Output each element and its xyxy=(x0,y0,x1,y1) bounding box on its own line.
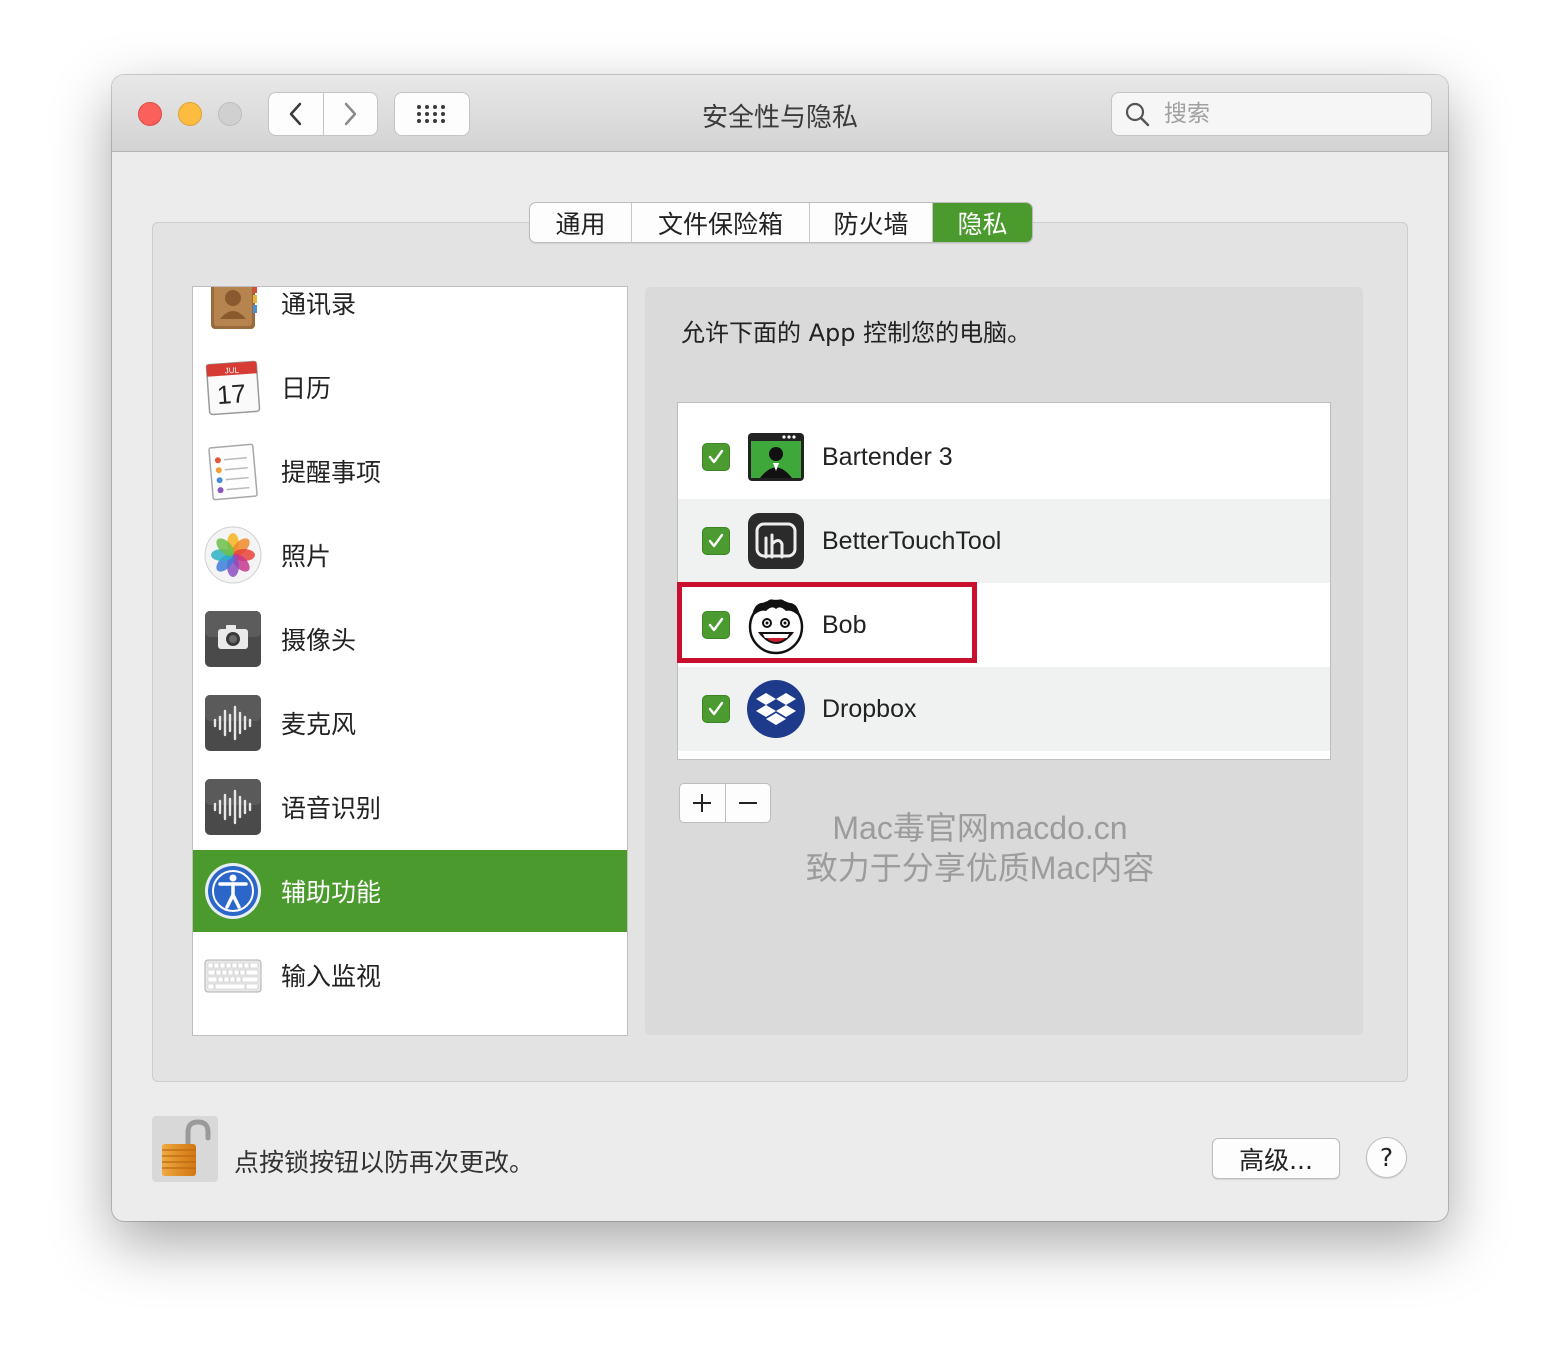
list-item-bettertouchtool[interactable]: BetterTouchTool xyxy=(678,499,1330,583)
bettertouchtool-icon xyxy=(748,513,804,569)
sidebar-item-label: 通讯录 xyxy=(281,290,357,319)
system-preferences-window: 安全性与隐私 通用 文件保险箱 防火墙 隐私 通讯录 xyxy=(112,75,1448,1221)
sidebar-item-calendar[interactable]: JUL 17 日历 xyxy=(193,346,627,428)
minus-icon xyxy=(738,802,757,804)
sidebar-item-label: 提醒事项 xyxy=(281,458,382,487)
privacy-category-list: 通讯录 JUL 17 日历 提醒事项 照片 摄像头 麦克风 语音识别 辅助功能 … xyxy=(192,286,628,1036)
sidebar-item-camera[interactable]: 摄像头 xyxy=(193,598,627,680)
sidebar-item-contacts[interactable]: 通讯录 xyxy=(193,287,627,344)
app-checkbox[interactable] xyxy=(702,611,730,639)
tab-privacy[interactable]: 隐私 xyxy=(932,203,1032,242)
reminders-icon xyxy=(208,443,258,501)
sidebar-item-label: 日历 xyxy=(281,374,332,403)
tab-filevault[interactable]: 文件保险箱 xyxy=(631,203,809,242)
checkmark-icon xyxy=(708,701,724,716)
lock-button[interactable] xyxy=(152,1116,218,1182)
sidebar-item-label: 摄像头 xyxy=(281,626,357,655)
title-bar: 安全性与隐私 xyxy=(112,75,1448,152)
tab-firewall[interactable]: 防火墙 xyxy=(809,203,932,242)
app-name: BetterTouchTool xyxy=(822,526,1002,555)
list-item-dropbox[interactable]: Dropbox xyxy=(678,667,1330,751)
calendar-month: JUL xyxy=(224,366,239,376)
contacts-icon xyxy=(211,287,257,329)
bob-icon xyxy=(748,599,804,655)
sidebar-item-photos[interactable]: 照片 xyxy=(193,514,627,596)
remove-app-button[interactable] xyxy=(724,784,771,822)
sidebar-item-label: 语音识别 xyxy=(281,794,382,823)
sidebar-item-reminders[interactable]: 提醒事项 xyxy=(193,430,627,512)
lock-status-text: 点按锁按钮以防再次更改。 xyxy=(234,1148,535,1177)
calendar-day: 17 xyxy=(216,378,247,410)
checkmark-icon xyxy=(708,617,724,632)
app-checkbox[interactable] xyxy=(702,527,730,555)
add-remove-buttons xyxy=(679,783,771,823)
watermark: Mac毒官网macdo.cn 致力于分享优质Mac内容 xyxy=(780,808,1180,888)
help-button[interactable]: ? xyxy=(1366,1137,1407,1178)
add-app-button[interactable] xyxy=(680,784,725,822)
sidebar-item-label: 辅助功能 xyxy=(281,878,382,907)
app-list: Bartender 3 BetterTouchTool Bob Dropbox xyxy=(677,402,1331,760)
sidebar-item-label: 输入监视 xyxy=(281,962,382,991)
advanced-button[interactable]: 高级... xyxy=(1212,1138,1340,1179)
panel-prompt: 允许下面的 App 控制您的电脑。 xyxy=(681,319,1032,347)
app-checkbox[interactable] xyxy=(702,443,730,471)
list-item-bartender[interactable]: Bartender 3 xyxy=(678,415,1330,499)
app-checkbox[interactable] xyxy=(702,695,730,723)
photos-icon xyxy=(204,526,262,584)
app-name: Bartender 3 xyxy=(822,442,953,471)
plus-icon xyxy=(693,794,712,812)
sidebar-item-input-monitoring[interactable]: 输入监视 xyxy=(193,934,627,1016)
unlocked-padlock-icon xyxy=(162,1119,211,1176)
checkmark-icon xyxy=(708,449,724,464)
bartender-icon xyxy=(748,433,804,481)
tab-general[interactable]: 通用 xyxy=(530,203,631,242)
sidebar-item-speech-recognition[interactable]: 语音识别 xyxy=(193,766,627,848)
dropbox-icon xyxy=(747,680,805,738)
microphone-icon xyxy=(205,695,261,751)
sidebar-item-accessibility[interactable]: 辅助功能 xyxy=(193,850,627,932)
watermark-line2: 致力于分享优质Mac内容 xyxy=(805,850,1155,886)
keyboard-icon xyxy=(204,959,262,993)
accessibility-panel: 允许下面的 App 控制您的电脑。 Bartender 3 BetterTouc… xyxy=(645,287,1363,1035)
speech-recognition-icon xyxy=(205,779,261,835)
sidebar-item-label: 照片 xyxy=(281,542,332,571)
camera-icon xyxy=(205,611,261,667)
sidebar-item-label: 麦克风 xyxy=(281,710,357,739)
app-name: Dropbox xyxy=(822,694,917,723)
checkmark-icon xyxy=(708,533,724,548)
list-item-bob[interactable]: Bob xyxy=(678,583,1330,667)
search-field[interactable] xyxy=(1111,92,1432,136)
search-input[interactable] xyxy=(1162,100,1412,128)
tab-bar: 通用 文件保险箱 防火墙 隐私 xyxy=(529,202,1033,243)
calendar-icon: JUL 17 xyxy=(205,360,261,416)
watermark-line1: Mac毒官网macdo.cn xyxy=(832,810,1128,846)
app-name: Bob xyxy=(822,610,867,639)
search-icon xyxy=(1125,102,1150,127)
accessibility-icon xyxy=(205,863,261,919)
sidebar-item-microphone[interactable]: 麦克风 xyxy=(193,682,627,764)
